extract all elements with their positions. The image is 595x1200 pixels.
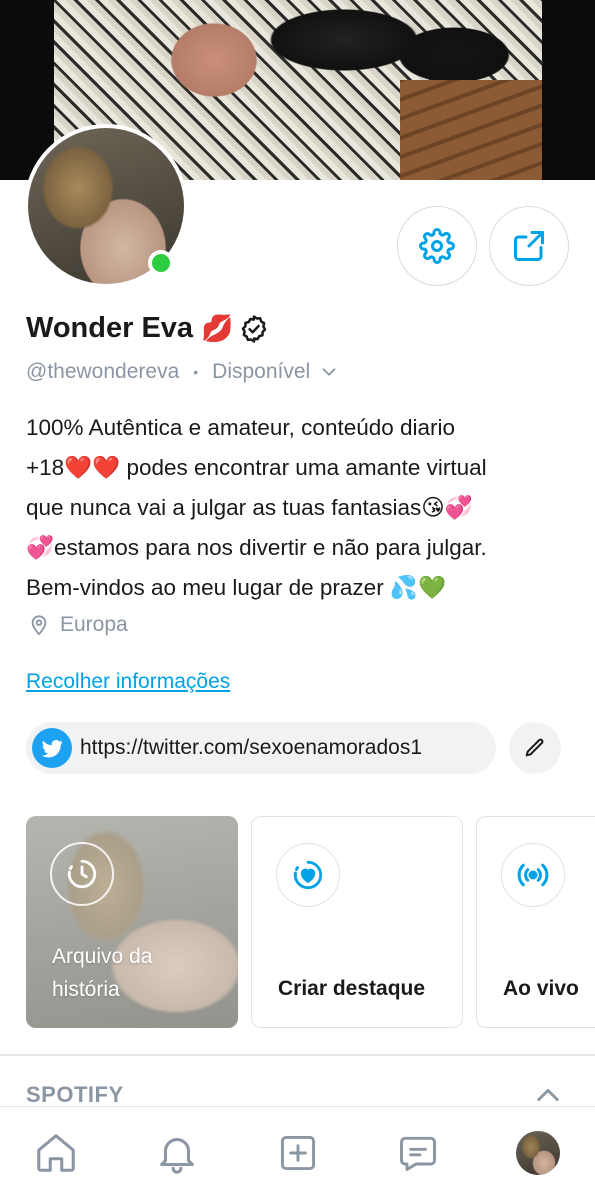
bottom-tab-bar — [0, 1106, 595, 1200]
story-archive-card[interactable]: Arquivo da história — [26, 816, 238, 1028]
tab-profile[interactable] — [514, 1129, 562, 1177]
archive-card-label: Arquivo da história — [52, 945, 153, 1001]
availability-status[interactable]: Disponível — [212, 360, 310, 384]
profile-name-row: Wonder Eva 💋 — [26, 312, 269, 345]
highlight-card-label: Criar destaque — [278, 977, 426, 1000]
live-icon-circle — [501, 843, 565, 907]
spotify-section-title: SPOTIFY — [26, 1082, 124, 1107]
heart-circle-icon — [293, 860, 323, 890]
social-link-url: https://twitter.com/sexoenamorados1 — [80, 736, 422, 759]
settings-button[interactable] — [397, 206, 477, 286]
section-divider — [0, 1054, 595, 1056]
create-highlight-card[interactable]: Criar destaque — [251, 816, 463, 1028]
bell-icon — [160, 1138, 194, 1174]
avatar — [516, 1131, 560, 1175]
clock-history-icon — [67, 859, 97, 889]
highlight-icon-circle — [276, 843, 340, 907]
profile-bio: 100% Autêntica e amateur, conteúdo diari… — [26, 415, 487, 600]
lips-emoji: 💋 — [201, 313, 234, 343]
tab-messages[interactable] — [394, 1129, 442, 1177]
social-link-pill[interactable]: https://twitter.com/sexoenamorados1 — [26, 722, 496, 774]
live-card-label: Ao vivo — [503, 977, 579, 1000]
tab-new-post[interactable] — [274, 1129, 322, 1177]
tab-notifications[interactable] — [153, 1129, 201, 1177]
verified-badge-icon — [242, 314, 267, 343]
gear-icon — [419, 228, 455, 264]
location-pin-icon — [31, 615, 47, 636]
chevron-up-icon[interactable] — [534, 1084, 562, 1106]
twitter-bird-icon — [32, 728, 72, 768]
chevron-down-icon[interactable] — [318, 361, 340, 383]
go-live-card[interactable]: Ao vivo — [476, 816, 595, 1028]
collapse-info-link[interactable]: Recolher informações — [26, 670, 230, 694]
message-icon — [400, 1136, 436, 1171]
edit-link-button[interactable] — [509, 722, 561, 774]
profile-name: Wonder Eva — [26, 312, 194, 344]
separator-dot: • — [193, 364, 199, 380]
plus-square-icon — [280, 1135, 316, 1171]
handle-row: @thewondereva • Disponível — [26, 360, 340, 384]
share-icon — [514, 231, 544, 261]
profile-location: Europa — [28, 612, 128, 638]
pencil-icon — [525, 738, 544, 757]
online-status-dot — [148, 250, 174, 276]
broadcast-icon — [517, 863, 549, 887]
profile-handle: @thewondereva — [26, 360, 180, 383]
share-button[interactable] — [489, 206, 569, 286]
home-icon — [37, 1134, 75, 1172]
location-text: Europa — [60, 613, 128, 636]
cover-photo-floor — [400, 80, 542, 180]
archive-icon-circle — [50, 842, 114, 906]
tab-home[interactable] — [32, 1129, 80, 1177]
